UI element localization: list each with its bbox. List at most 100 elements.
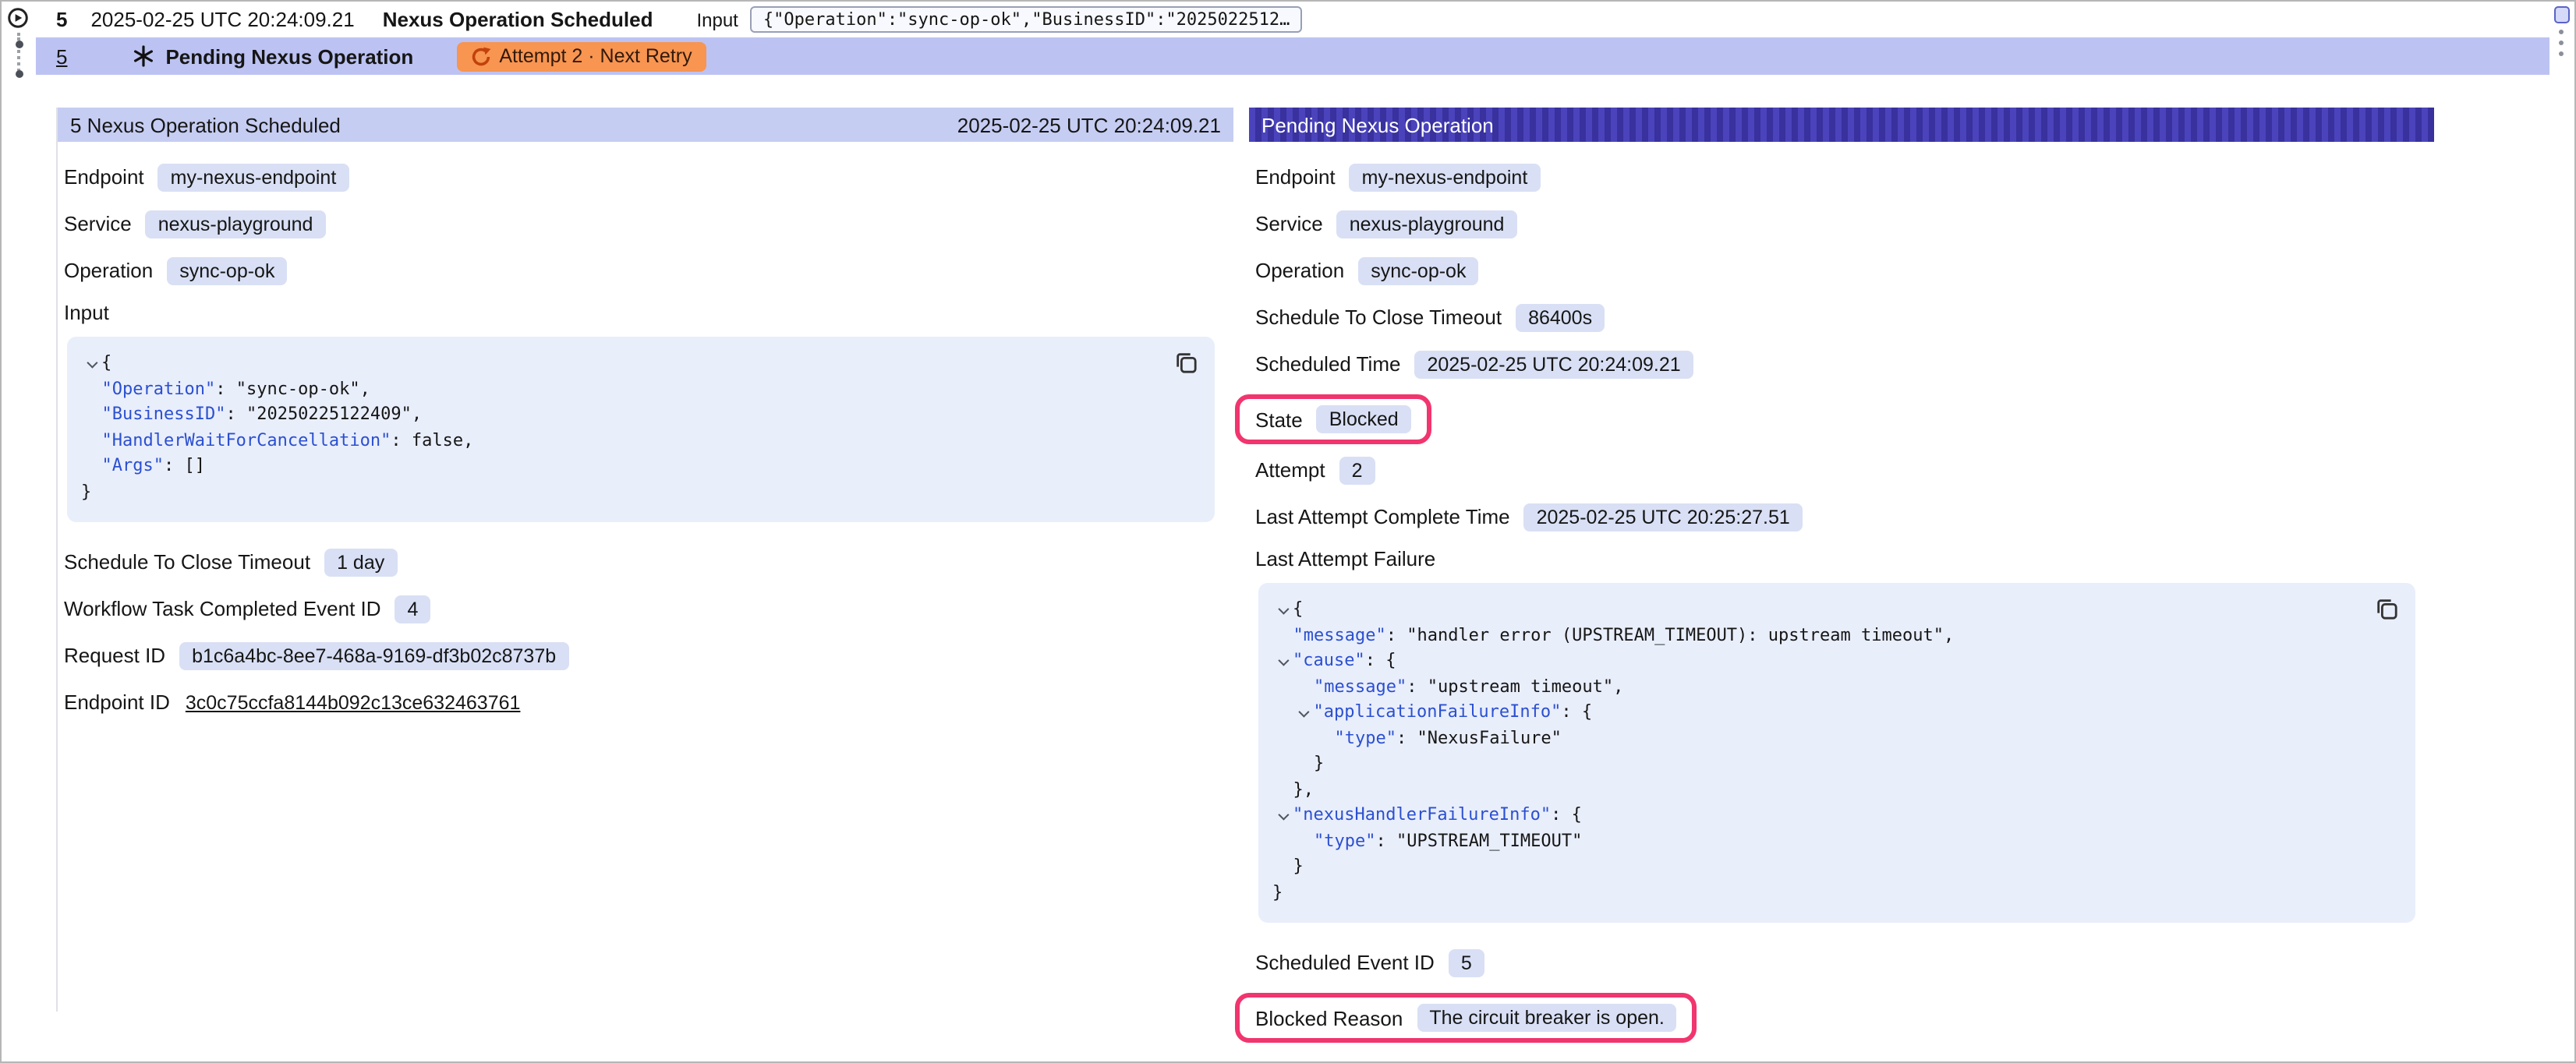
field-label: Operation bbox=[64, 259, 153, 282]
field-row: Last Attempt Complete Time 2025-02-25 UT… bbox=[1255, 500, 2425, 533]
event-input-preview[interactable]: {"Operation":"sync-op-ok","BusinessID":"… bbox=[751, 6, 1303, 33]
retry-icon bbox=[471, 46, 491, 66]
field-label: Last Attempt Complete Time bbox=[1255, 505, 1510, 528]
field-value-badge: my-nexus-endpoint bbox=[158, 163, 349, 191]
field-value-badge: 5 bbox=[1449, 948, 1484, 976]
event-title: Pending Nexus Operation bbox=[165, 44, 413, 68]
minimap-dot bbox=[2559, 30, 2564, 34]
field-label: Blocked Reason bbox=[1255, 1006, 1403, 1029]
event-timestamp: 2025-02-25 UTC 20:24:09.21 bbox=[90, 8, 354, 31]
field-label: Scheduled Event ID bbox=[1255, 951, 1435, 974]
copy-icon[interactable] bbox=[2372, 594, 2401, 623]
field-row: Endpoint ID 3c0c75ccfa8144b092c13ce63246… bbox=[64, 686, 1224, 719]
field-value-badge: sync-op-ok bbox=[167, 256, 287, 284]
field-value-badge: 2025-02-25 UTC 20:25:27.51 bbox=[1524, 503, 1803, 531]
panel-timestamp: 2025-02-25 UTC 20:24:09.21 bbox=[957, 113, 1221, 136]
field-value-badge: 1 day bbox=[324, 548, 397, 576]
event-input-label: Input bbox=[696, 9, 738, 30]
timeline-rail bbox=[2, 2, 36, 101]
field-row: Scheduled Time 2025-02-25 UTC 20:24:09.2… bbox=[1255, 348, 2425, 380]
field-value-badge: my-nexus-endpoint bbox=[1350, 163, 1541, 191]
panel-header: 5 Nexus Operation Scheduled 2025-02-25 U… bbox=[58, 108, 1233, 142]
panel-body: Endpoint my-nexus-endpoint Service nexus… bbox=[58, 142, 1233, 719]
field-label: Service bbox=[1255, 212, 1323, 235]
field-row: Service nexus-playground bbox=[64, 207, 1224, 240]
input-section-label: Input bbox=[64, 301, 1224, 324]
field-row: Schedule To Close Timeout 1 day bbox=[64, 546, 1224, 578]
scrollbar bbox=[2551, 5, 2571, 1058]
field-value-badge: nexus-playground bbox=[1337, 210, 1517, 238]
workflow-start-icon bbox=[6, 6, 30, 30]
field-value-badge: sync-op-ok bbox=[1358, 256, 1478, 284]
field-value-badge: Blocked bbox=[1317, 405, 1411, 433]
copy-icon[interactable] bbox=[1171, 348, 1201, 377]
panel-body: Endpoint my-nexus-endpoint Service nexus… bbox=[1249, 142, 2434, 1052]
field-label: Request ID bbox=[64, 644, 165, 667]
collapse-chevron-icon[interactable] bbox=[81, 359, 101, 367]
event-id-link[interactable]: 5 bbox=[56, 8, 67, 31]
pending-nexus-operation-panel: Pending Nexus Operation Endpoint my-nexu… bbox=[1249, 108, 2434, 1052]
collapse-chevron-icon[interactable] bbox=[1272, 811, 1293, 819]
field-label: Endpoint bbox=[1255, 165, 1336, 189]
timeline-event-dot bbox=[16, 70, 23, 78]
field-label: Workflow Task Completed Event ID bbox=[64, 597, 381, 620]
event-history-list: 5 2025-02-25 UTC 20:24:09.21 Nexus Opera… bbox=[36, 2, 2549, 75]
field-row: Schedule To Close Timeout 86400s bbox=[1255, 301, 2425, 334]
timeline-event-dot bbox=[16, 41, 23, 48]
attempt-retry-badge: Attempt 2 · Next Retry bbox=[457, 41, 706, 71]
attempt-retry-label: Attempt 2 · Next Retry bbox=[499, 45, 692, 67]
field-value-badge: 2 bbox=[1339, 456, 1375, 484]
field-row: Operation sync-op-ok bbox=[64, 254, 1224, 287]
event-id-link[interactable]: 5 bbox=[56, 44, 67, 68]
field-label: Schedule To Close Timeout bbox=[1255, 305, 1502, 329]
field-value-badge: nexus-playground bbox=[146, 210, 326, 238]
field-value-badge: 2025-02-25 UTC 20:24:09.21 bbox=[1414, 350, 1693, 378]
event-row-nexus-operation-scheduled[interactable]: 5 2025-02-25 UTC 20:24:09.21 Nexus Opera… bbox=[36, 2, 2549, 37]
input-json-viewer: { "Operation": "sync-op-ok", "BusinessID… bbox=[67, 337, 1215, 522]
field-label: Schedule To Close Timeout bbox=[64, 550, 310, 574]
field-row: Blocked Reason The circuit breaker is op… bbox=[1235, 993, 1697, 1043]
field-label: Service bbox=[64, 212, 132, 235]
failure-json-code: { "message": "handler error (UPSTREAM_TI… bbox=[1272, 597, 2397, 906]
field-row: Endpoint my-nexus-endpoint bbox=[1255, 161, 2425, 193]
minimap-dot bbox=[2559, 51, 2564, 56]
workflow-event-history-page: 5 2025-02-25 UTC 20:24:09.21 Nexus Opera… bbox=[0, 0, 2576, 1063]
field-list-top: Endpoint my-nexus-endpoint Service nexus… bbox=[64, 161, 1224, 287]
field-row: Attempt 2 bbox=[1255, 454, 2425, 486]
panel-title: 5 Nexus Operation Scheduled bbox=[70, 113, 341, 136]
input-json-code: { "Operation": "sync-op-ok", "BusinessID… bbox=[81, 351, 1196, 505]
field-list-bottom: Schedule To Close Timeout 1 day Workflow… bbox=[64, 546, 1224, 719]
field-value-link[interactable]: 3c0c75ccfa8144b092c13ce632463761 bbox=[184, 688, 522, 716]
field-value-badge: b1c6a4bc-8ee7-468a-9169-df3b02c8737b bbox=[179, 641, 568, 669]
panel-header: Pending Nexus Operation bbox=[1249, 108, 2434, 142]
collapse-chevron-icon[interactable] bbox=[1293, 708, 1314, 716]
field-row: Service nexus-playground bbox=[1255, 207, 2425, 240]
field-row: Scheduled Event ID 5 bbox=[1255, 946, 2425, 979]
field-label: Operation bbox=[1255, 259, 1344, 282]
field-row: Workflow Task Completed Event ID 4 bbox=[64, 592, 1224, 625]
event-title: Nexus Operation Scheduled bbox=[383, 8, 653, 31]
field-row: State Blocked bbox=[1235, 394, 1431, 444]
pending-asterisk-icon bbox=[133, 45, 154, 67]
field-row: Operation sync-op-ok bbox=[1255, 254, 2425, 287]
collapse-chevron-icon[interactable] bbox=[1272, 657, 1293, 665]
field-value-badge: 4 bbox=[395, 595, 431, 623]
field-label: State bbox=[1255, 408, 1303, 431]
field-list-top: Endpoint my-nexus-endpoint Service nexus… bbox=[1255, 161, 2425, 533]
field-row: Endpoint my-nexus-endpoint bbox=[64, 161, 1224, 193]
field-list-bottom: Scheduled Event ID 5 Blocked Reason The … bbox=[1255, 946, 2425, 1052]
field-label: Endpoint bbox=[64, 165, 144, 189]
scrollbar-thumb[interactable] bbox=[2553, 6, 2569, 23]
event-row-pending-nexus-operation[interactable]: 5 Pending Nexus Operation Attempt 2 · Ne… bbox=[36, 37, 2549, 75]
nexus-operation-scheduled-panel: 5 Nexus Operation Scheduled 2025-02-25 U… bbox=[56, 108, 1233, 1012]
minimap-dot bbox=[2559, 41, 2564, 45]
field-label: Attempt bbox=[1255, 458, 1325, 482]
failure-json-viewer: { "message": "handler error (UPSTREAM_TI… bbox=[1258, 583, 2415, 923]
field-label: Scheduled Time bbox=[1255, 352, 1400, 376]
collapse-chevron-icon[interactable] bbox=[1272, 606, 1293, 613]
field-value-badge: The circuit breaker is open. bbox=[1417, 1004, 1677, 1032]
field-value-badge: 86400s bbox=[1516, 303, 1605, 331]
panel-title: Pending Nexus Operation bbox=[1261, 113, 1494, 136]
failure-section-label: Last Attempt Failure bbox=[1255, 547, 2425, 570]
field-label: Endpoint ID bbox=[64, 690, 170, 714]
